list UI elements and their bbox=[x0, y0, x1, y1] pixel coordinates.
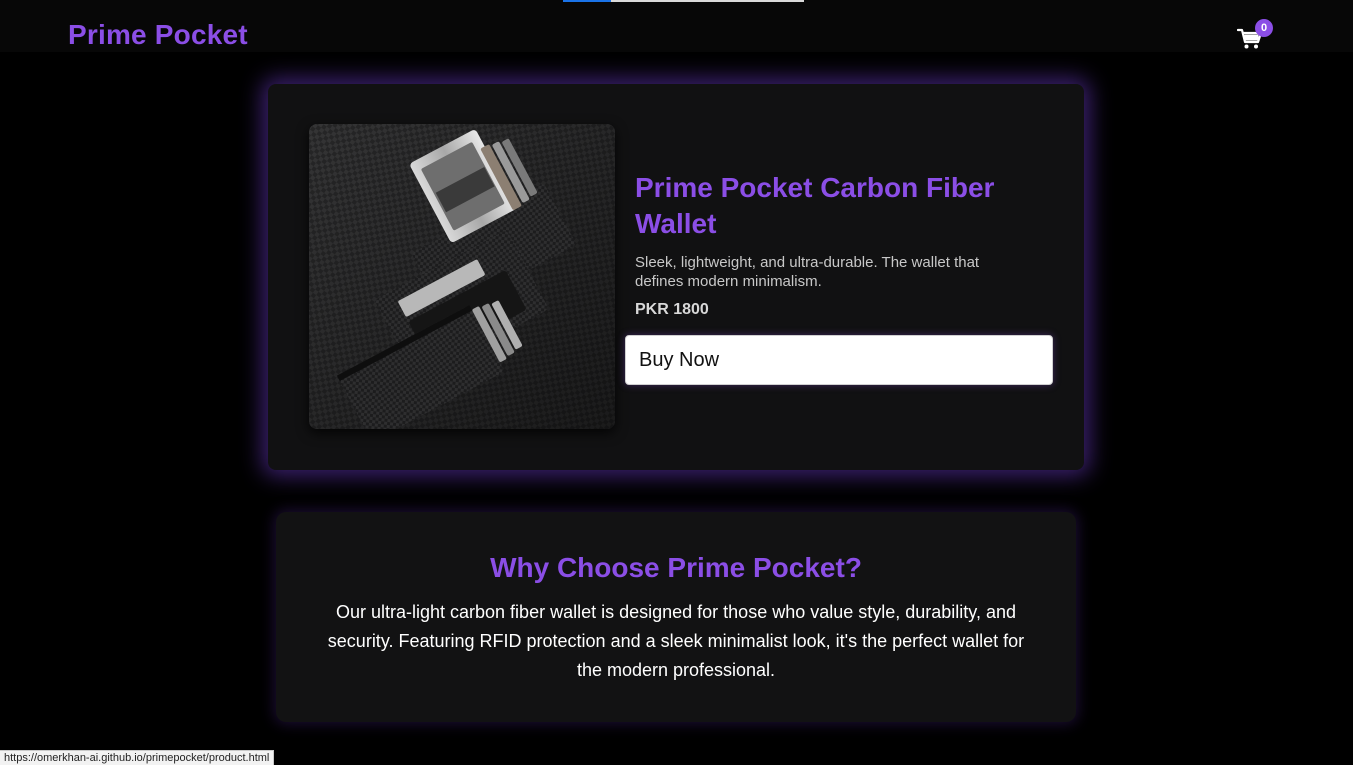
status-bar-url: https://omerkhan-ai.github.io/primepocke… bbox=[0, 750, 275, 765]
cart-button[interactable]: 0 bbox=[1237, 19, 1275, 52]
product-description: Sleek, lightweight, and ultra-durable. T… bbox=[635, 254, 980, 290]
page-loading-bar-fill bbox=[563, 0, 612, 2]
page: Prime Pocket 0 Prime Pocket Carbon Fiber… bbox=[0, 0, 1353, 765]
why-choose-text: Our ultra-light carbon fiber wallet is d… bbox=[327, 602, 1025, 680]
product-price: PKR 1800 bbox=[635, 301, 709, 318]
product-title: Prime Pocket Carbon Fiber Wallet bbox=[635, 172, 995, 239]
brand-logo-text[interactable]: Prime Pocket bbox=[68, 19, 248, 51]
product-card: Prime Pocket Carbon Fiber Wallet Sleek, … bbox=[268, 84, 1084, 470]
why-choose-heading: Why Choose Prime Pocket? bbox=[490, 552, 862, 583]
wallet-photo bbox=[309, 124, 615, 429]
why-choose-section: Why Choose Prime Pocket? Our ultra-light… bbox=[276, 512, 1076, 722]
buy-now-button[interactable]: Buy Now bbox=[625, 335, 1053, 385]
site-header: Prime Pocket 0 bbox=[0, 0, 1353, 52]
page-loading-bar bbox=[563, 0, 804, 2]
product-image bbox=[309, 124, 615, 429]
cart-count-badge: 0 bbox=[1255, 19, 1273, 37]
